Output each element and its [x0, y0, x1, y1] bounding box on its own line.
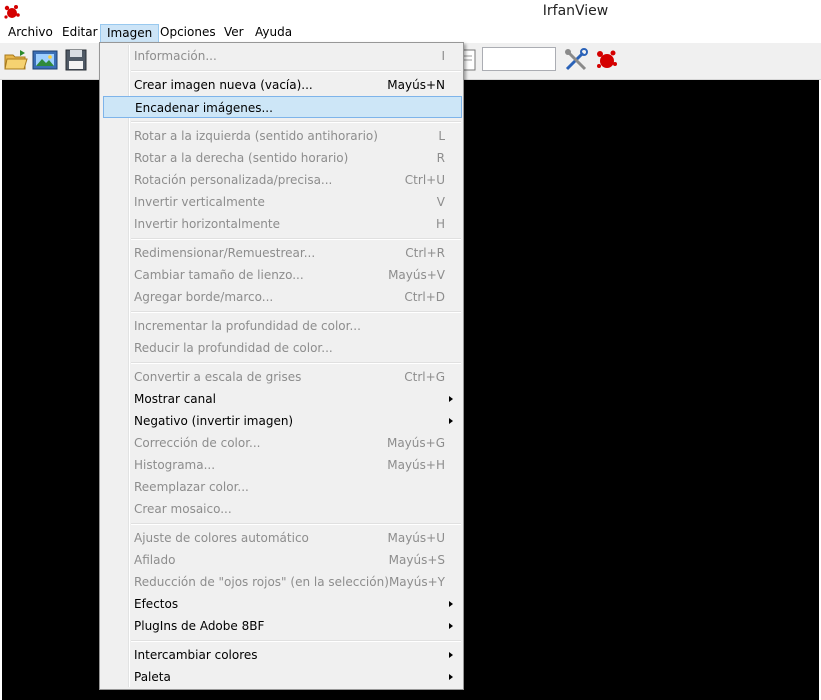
- menu-item-label: Redimensionar/Remuestrear...: [134, 246, 316, 260]
- menu-item-label: Corrección de color...: [134, 436, 261, 450]
- submenu-arrow-icon: [449, 623, 453, 629]
- menu-item-label: Agregar borde/marco...: [134, 290, 274, 304]
- menu-item-shortcut: Mayús+N: [387, 78, 445, 92]
- open-folder-icon[interactable]: [3, 47, 29, 73]
- menu-item-label: Mostrar canal: [134, 392, 216, 406]
- menu-item-label: Negativo (invertir imagen): [134, 414, 294, 428]
- zoom-input[interactable]: [482, 47, 556, 71]
- menu-item-shortcut: H: [435, 217, 445, 231]
- menu-item-informacion[interactable]: Información... I: [102, 45, 461, 67]
- menu-item-plugins-adobe[interactable]: PlugIns de Adobe 8BF: [102, 615, 461, 637]
- menu-item-reduccion-ojos-rojos[interactable]: Reducción de "ojos rojos" (en la selecci…: [102, 571, 461, 593]
- menu-item-label: Cambiar tamaño de lienzo...: [134, 268, 304, 282]
- menu-separator: [131, 311, 461, 313]
- menu-separator: [131, 523, 461, 525]
- menu-separator: [131, 238, 461, 240]
- menu-item-label: Reemplazar color...: [134, 480, 249, 494]
- menu-item-shortcut: Ctrl+U: [404, 173, 445, 187]
- menu-item-shortcut: Ctrl+D: [404, 290, 445, 304]
- menu-imagen[interactable]: Imagen: [100, 24, 160, 43]
- irfanview-logo-icon[interactable]: [594, 47, 620, 73]
- slideshow-icon[interactable]: [32, 47, 58, 73]
- menu-item-label: Incrementar la profundidad de color...: [134, 319, 361, 333]
- save-icon[interactable]: [63, 47, 89, 73]
- menu-item-redimensionar[interactable]: Redimensionar/Remuestrear... Ctrl+R: [102, 242, 461, 264]
- menu-item-label: Efectos: [134, 597, 179, 611]
- menu-item-label: Afilado: [134, 553, 176, 567]
- menu-separator: [131, 362, 461, 364]
- menu-item-label: Rotación personalizada/precisa...: [134, 173, 333, 187]
- menu-ver[interactable]: Ver: [218, 23, 250, 42]
- menu-item-label: Crear imagen nueva (vacía)...: [134, 78, 313, 92]
- menu-item-shortcut: Mayús+G: [386, 436, 445, 450]
- menu-item-label: Rotar a la derecha (sentido horario): [134, 151, 349, 165]
- menu-bar: Archivo Editar Imagen Opciones Ver Ayuda: [0, 23, 821, 43]
- menu-item-shortcut: Mayús+Y: [388, 575, 445, 589]
- menu-item-shortcut: R: [436, 151, 445, 165]
- menu-item-afilado[interactable]: Afilado Mayús+S: [102, 549, 461, 571]
- window-title: IrfanView: [542, 3, 609, 19]
- menu-item-correccion-color[interactable]: Corrección de color... Mayús+G: [102, 432, 461, 454]
- menu-item-label: Rotar a la izquierda (sentido antihorari…: [134, 129, 378, 143]
- menu-item-ajuste-colores-automatico[interactable]: Ajuste de colores automático Mayús+U: [102, 527, 461, 549]
- menu-item-shortcut: Ctrl+R: [405, 246, 445, 260]
- menu-item-label: Convertir a escala de grises: [134, 370, 302, 384]
- menu-item-mostrar-canal[interactable]: Mostrar canal: [102, 388, 461, 410]
- submenu-arrow-icon: [449, 418, 453, 424]
- menu-item-label: PlugIns de Adobe 8BF: [134, 619, 265, 633]
- menu-item-shortcut: L: [438, 129, 445, 143]
- menu-item-label: Intercambiar colores: [134, 648, 258, 662]
- menu-item-shortcut: Mayús+S: [388, 553, 445, 567]
- tools-icon[interactable]: [563, 47, 589, 73]
- menu-item-label: Reducción de "ojos rojos" (en la selecci…: [134, 575, 389, 589]
- submenu-arrow-icon: [449, 396, 453, 402]
- menu-item-crear-imagen-nueva[interactable]: Crear imagen nueva (vacía)... Mayús+N: [102, 74, 461, 96]
- menu-item-shortcut: V: [436, 195, 445, 209]
- menu-separator: [131, 640, 461, 642]
- menu-item-invertir-horizontalmente[interactable]: Invertir horizontalmente H: [102, 213, 461, 235]
- menu-item-cambiar-tamano-lienzo[interactable]: Cambiar tamaño de lienzo... Mayús+V: [102, 264, 461, 286]
- menu-separator: [131, 121, 461, 123]
- menu-item-label: Información...: [134, 49, 217, 63]
- menu-item-shortcut: Ctrl+G: [404, 370, 445, 384]
- menu-item-encadenar-imagenes[interactable]: Encadenar imágenes...: [103, 96, 462, 118]
- menu-item-label: Crear mosaico...: [134, 502, 232, 516]
- menu-item-label: Reducir la profundidad de color...: [134, 341, 333, 355]
- menu-item-agregar-borde[interactable]: Agregar borde/marco... Ctrl+D: [102, 286, 461, 308]
- menu-item-negativo[interactable]: Negativo (invertir imagen): [102, 410, 461, 432]
- menu-item-shortcut: Mayús+V: [388, 268, 445, 282]
- imagen-dropdown-menu: Información... I Crear imagen nueva (vac…: [99, 42, 464, 690]
- menu-item-rotar-izquierda[interactable]: Rotar a la izquierda (sentido antihorari…: [102, 125, 461, 147]
- menu-item-label: Invertir horizontalmente: [134, 217, 280, 231]
- menu-item-incrementar-profundidad[interactable]: Incrementar la profundidad de color...: [102, 315, 461, 337]
- menu-opciones[interactable]: Opciones: [154, 23, 222, 42]
- menu-item-shortcut: Mayús+H: [387, 458, 445, 472]
- menu-item-paleta[interactable]: Paleta: [102, 666, 461, 688]
- submenu-arrow-icon: [449, 652, 453, 658]
- menu-item-label: Ajuste de colores automático: [134, 531, 309, 545]
- menu-item-invertir-verticalmente[interactable]: Invertir verticalmente V: [102, 191, 461, 213]
- menu-item-intercambiar-colores[interactable]: Intercambiar colores: [102, 644, 461, 666]
- menu-ayuda[interactable]: Ayuda: [249, 23, 298, 42]
- menu-item-rotar-derecha[interactable]: Rotar a la derecha (sentido horario) R: [102, 147, 461, 169]
- menu-item-rotacion-personalizada[interactable]: Rotación personalizada/precisa... Ctrl+U: [102, 169, 461, 191]
- menu-item-label: Histograma...: [134, 458, 216, 472]
- menu-item-label: Invertir verticalmente: [134, 195, 265, 209]
- menu-item-efectos[interactable]: Efectos: [102, 593, 461, 615]
- menu-item-reducir-profundidad[interactable]: Reducir la profundidad de color...: [102, 337, 461, 359]
- menu-item-reemplazar-color[interactable]: Reemplazar color...: [102, 476, 461, 498]
- menu-item-shortcut: I: [441, 49, 445, 63]
- submenu-arrow-icon: [449, 601, 453, 607]
- menu-editar[interactable]: Editar: [56, 23, 104, 42]
- menu-item-histograma[interactable]: Histograma... Mayús+H: [102, 454, 461, 476]
- title-bar: IrfanView: [0, 0, 821, 23]
- menu-item-label: Paleta: [134, 670, 171, 684]
- menu-item-crear-mosaico[interactable]: Crear mosaico...: [102, 498, 461, 520]
- menu-item-label: Encadenar imágenes...: [135, 101, 273, 115]
- menu-item-escala-grises[interactable]: Convertir a escala de grises Ctrl+G: [102, 366, 461, 388]
- menu-item-shortcut: Mayús+U: [387, 531, 445, 545]
- submenu-arrow-icon: [449, 674, 453, 680]
- menu-archivo[interactable]: Archivo: [2, 23, 59, 42]
- menu-separator: [131, 70, 461, 72]
